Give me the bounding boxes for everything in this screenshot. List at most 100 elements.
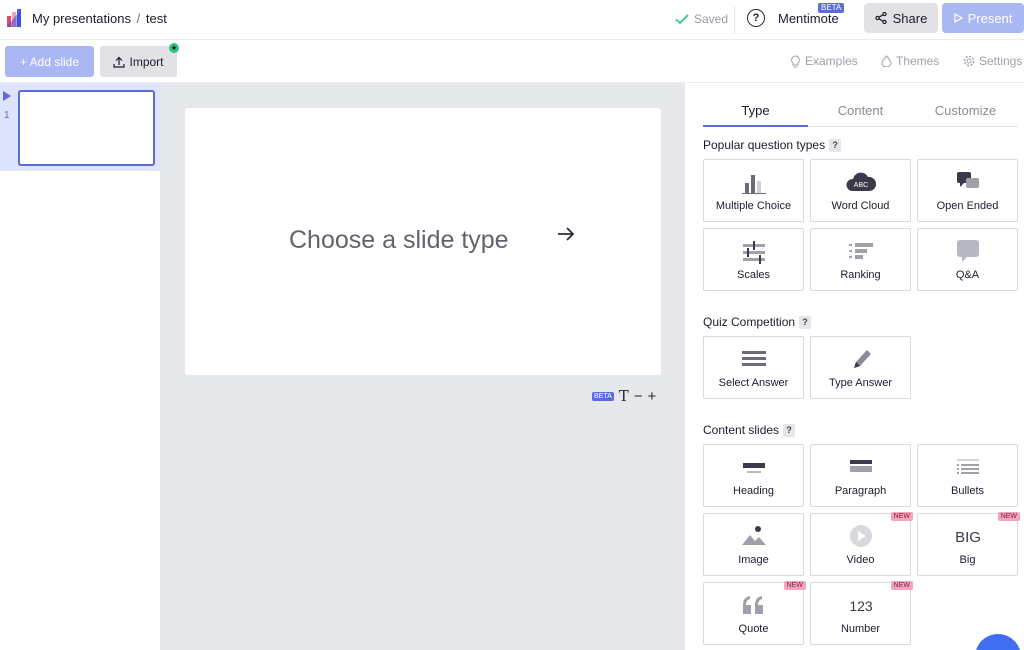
share-button[interactable]: Share <box>864 3 938 33</box>
decrease-text-size-button[interactable]: − <box>634 388 643 405</box>
tile-label: Word Cloud <box>831 200 890 212</box>
gear-icon <box>963 55 975 67</box>
saved-label: Saved <box>694 12 729 26</box>
choose-slide-type-prompt: Choose a slide type <box>289 226 509 254</box>
tile-image[interactable]: Image <box>703 513 804 576</box>
section-title-quiz: Quiz Competition <box>703 315 796 329</box>
number-icon-text: 123 <box>849 598 873 614</box>
arrow-right-icon <box>558 227 575 241</box>
examples-link[interactable]: Examples <box>790 54 858 68</box>
tile-bullets[interactable]: Bullets <box>917 444 1018 507</box>
presentation-title[interactable]: test <box>146 11 167 26</box>
tile-ranking[interactable]: Ranking <box>810 228 911 291</box>
tab-content[interactable]: Content <box>808 103 913 118</box>
tile-quote[interactable]: Quote NEW <box>703 581 806 645</box>
star-icon: ★ <box>169 43 179 53</box>
settings-link[interactable]: Settings <box>963 54 1022 68</box>
present-label: Present <box>967 10 1013 26</box>
new-badge: NEW <box>890 581 913 590</box>
slide-preview[interactable]: Choose a slide type <box>185 108 661 375</box>
tile-label: Video <box>846 554 875 566</box>
speech-bubbles-icon <box>956 172 979 188</box>
tile-label: Ranking <box>840 269 881 281</box>
tile-q-and-a[interactable]: Q&A <box>917 228 1018 291</box>
active-tab-indicator <box>703 125 808 127</box>
tile-paragraph[interactable]: Paragraph <box>810 444 911 507</box>
current-slide-indicator-icon <box>3 91 11 101</box>
tile-multiple-choice[interactable]: Multiple Choice <box>703 159 804 222</box>
text-size-beta-badge: BETA <box>592 391 614 401</box>
present-button[interactable]: Present <box>942 3 1024 33</box>
tab-type[interactable]: Type <box>703 103 808 118</box>
slide-number: 1 <box>4 110 10 121</box>
number-icon: 123 <box>849 598 873 614</box>
import-button[interactable]: Import <box>100 46 177 77</box>
breadcrumb: My presentations / test <box>32 11 167 26</box>
tile-word-cloud[interactable]: ABC Word Cloud <box>810 159 911 222</box>
top-header: My presentations / test Saved ? Mentimot… <box>0 0 1024 40</box>
themes-link[interactable]: Themes <box>881 54 939 68</box>
tile-heading[interactable]: Heading <box>703 444 804 507</box>
section-quiz-competition: Quiz Competition ? <box>703 315 812 329</box>
video-play-icon <box>849 525 872 547</box>
tile-label: Image <box>738 554 769 566</box>
share-icon <box>874 12 887 24</box>
slide-thumbnail[interactable] <box>18 90 155 166</box>
mentimote-beta-badge: BETA <box>818 3 845 13</box>
list-lines-icon <box>741 351 766 366</box>
slide-row-selected[interactable]: 1 <box>0 83 161 171</box>
text-size-icon[interactable]: T <box>619 387 629 405</box>
tile-scales[interactable]: Scales <box>703 228 804 291</box>
section-title-popular: Popular question types <box>703 138 826 152</box>
tile-label: Q&A <box>955 269 980 281</box>
big-icon-text: BIG <box>955 529 981 546</box>
add-slide-button[interactable]: + Add slide <box>5 46 94 77</box>
increase-text-size-button[interactable]: + <box>648 388 657 405</box>
help-icon[interactable]: ? <box>747 9 765 27</box>
tile-label: Select Answer <box>718 377 789 389</box>
import-label: Import <box>129 54 164 69</box>
section-popular-question-types: Popular question types ? <box>703 138 842 152</box>
saved-status: Saved <box>674 11 728 27</box>
tile-type-answer[interactable]: Type Answer <box>810 336 911 399</box>
tile-open-ended[interactable]: Open Ended <box>917 159 1018 222</box>
tile-label: Heading <box>733 485 774 497</box>
section-content-slides: Content slides ? <box>703 423 796 437</box>
tile-label: Quote <box>738 623 769 635</box>
paragraph-icon <box>849 460 872 472</box>
word-cloud-icon: ABC <box>846 172 876 191</box>
sliders-icon <box>742 241 765 264</box>
bullets-icon <box>956 459 979 474</box>
section-title-content: Content slides <box>703 423 780 437</box>
examples-label: Examples <box>805 54 858 68</box>
quote-icon <box>742 596 763 614</box>
lightbulb-icon <box>791 54 800 67</box>
help-icon[interactable]: ? <box>799 315 812 329</box>
help-icon[interactable]: ? <box>829 138 842 152</box>
mentimote-button[interactable]: Mentimote <box>778 11 839 26</box>
chat-bubble-icon <box>956 240 979 262</box>
breadcrumb-my-presentations[interactable]: My presentations <box>32 11 131 26</box>
mentimeter-logo-icon[interactable] <box>6 8 26 28</box>
help-icon[interactable]: ? <box>783 423 796 437</box>
word-cloud-icon-text: ABC <box>853 182 867 189</box>
ranking-icon <box>848 243 873 259</box>
text-size-controls: BETA T − + <box>592 387 656 405</box>
tab-customize[interactable]: Customize <box>913 103 1018 118</box>
drop-icon <box>881 55 892 67</box>
tile-label: Multiple Choice <box>715 200 792 212</box>
tile-number[interactable]: 123 Number NEW <box>810 581 913 645</box>
tile-label: Open Ended <box>936 200 999 212</box>
tile-big[interactable]: BIG Big NEW <box>917 512 1020 576</box>
breadcrumb-separator: / <box>136 11 141 26</box>
new-badge: NEW <box>890 512 913 521</box>
tile-label: Scales <box>736 269 771 281</box>
new-badge: NEW <box>997 512 1020 521</box>
upload-icon <box>113 56 126 68</box>
themes-label: Themes <box>896 54 940 68</box>
image-icon <box>741 526 766 545</box>
tile-select-answer[interactable]: Select Answer <box>703 336 804 399</box>
tile-video[interactable]: Video NEW <box>810 512 913 576</box>
panel-tabs: Type Content Customize <box>703 97 1018 127</box>
tile-label: Type Answer <box>829 377 892 389</box>
